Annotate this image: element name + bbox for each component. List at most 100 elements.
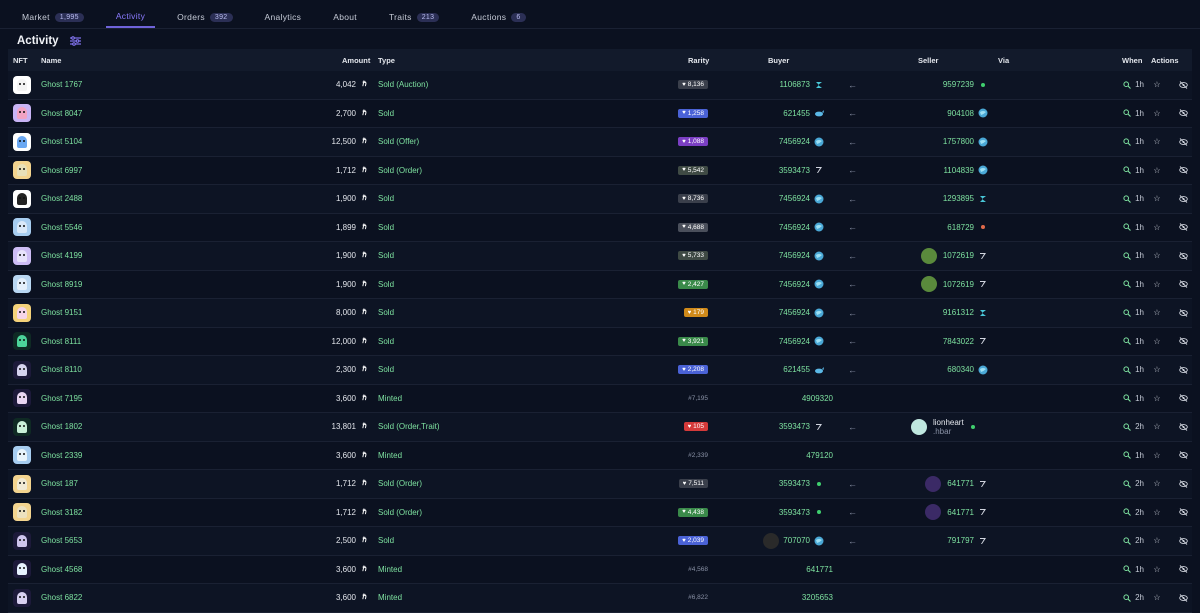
seller-account[interactable]: 1072619 xyxy=(943,251,974,260)
star-icon[interactable]: ☆ xyxy=(1152,450,1162,460)
nft-thumbnail[interactable] xyxy=(13,275,31,294)
hide-icon[interactable] xyxy=(1178,194,1188,204)
nft-name-link[interactable]: Ghost 8110 xyxy=(41,365,82,374)
nft-thumbnail[interactable] xyxy=(13,360,31,379)
tab-about[interactable]: About xyxy=(323,12,367,28)
star-icon[interactable]: ☆ xyxy=(1152,564,1162,574)
tab-traits[interactable]: Traits 213 xyxy=(379,12,449,28)
seller-account[interactable]: 791797 xyxy=(947,536,974,545)
star-icon[interactable]: ☆ xyxy=(1152,336,1162,346)
hide-icon[interactable] xyxy=(1178,165,1188,175)
hide-icon[interactable] xyxy=(1178,279,1188,289)
star-icon[interactable]: ☆ xyxy=(1152,222,1162,232)
nft-name-link[interactable]: Ghost 5653 xyxy=(41,536,82,545)
buyer-account[interactable]: 7456924 xyxy=(779,337,810,346)
star-icon[interactable]: ☆ xyxy=(1152,593,1162,603)
buyer-account[interactable]: 7456924 xyxy=(779,280,810,289)
hide-icon[interactable] xyxy=(1178,564,1188,574)
nft-thumbnail[interactable] xyxy=(13,132,31,151)
hide-icon[interactable] xyxy=(1178,137,1188,147)
seller-account[interactable]: 618729 xyxy=(947,223,974,232)
hide-icon[interactable] xyxy=(1178,108,1188,118)
nft-thumbnail[interactable] xyxy=(13,446,31,465)
nft-thumbnail[interactable] xyxy=(13,417,31,436)
seller-account[interactable]: 1757800 xyxy=(943,137,974,146)
nft-name-link[interactable]: Ghost 3182 xyxy=(41,508,82,517)
seller-account[interactable]: 641771 xyxy=(947,508,974,517)
tab-activity[interactable]: Activity xyxy=(105,11,156,28)
nft-name-link[interactable]: Ghost 6997 xyxy=(41,166,82,175)
hide-icon[interactable] xyxy=(1178,80,1188,90)
seller-account[interactable]: 1072619 xyxy=(943,280,974,289)
hide-icon[interactable] xyxy=(1178,393,1188,403)
search-icon[interactable] xyxy=(1122,222,1132,232)
seller-account[interactable]: 9597239 xyxy=(943,80,974,89)
hide-icon[interactable] xyxy=(1178,450,1188,460)
buyer-account[interactable]: 3593473 xyxy=(779,508,810,517)
search-icon[interactable] xyxy=(1122,450,1132,460)
nft-thumbnail[interactable] xyxy=(13,588,31,607)
buyer-account[interactable]: 7456924 xyxy=(779,308,810,317)
search-icon[interactable] xyxy=(1122,393,1132,403)
search-icon[interactable] xyxy=(1122,564,1132,574)
star-icon[interactable]: ☆ xyxy=(1152,108,1162,118)
star-icon[interactable]: ☆ xyxy=(1152,393,1162,403)
buyer-account[interactable]: 621455 xyxy=(783,109,810,118)
hide-icon[interactable] xyxy=(1178,536,1188,546)
nft-thumbnail[interactable] xyxy=(13,389,31,408)
buyer-account[interactable]: 3593473 xyxy=(779,479,810,488)
buyer-account[interactable]: 3593473 xyxy=(779,422,810,431)
search-icon[interactable] xyxy=(1122,80,1132,90)
seller-account[interactable]: lionheart xyxy=(933,418,964,427)
search-icon[interactable] xyxy=(1122,479,1132,489)
hide-icon[interactable] xyxy=(1178,479,1188,489)
search-icon[interactable] xyxy=(1122,308,1132,318)
nft-thumbnail[interactable] xyxy=(13,189,31,208)
seller-account[interactable]: 904108 xyxy=(947,109,974,118)
search-icon[interactable] xyxy=(1122,422,1132,432)
buyer-account[interactable]: 7456924 xyxy=(779,137,810,146)
nft-name-link[interactable]: Ghost 187 xyxy=(41,479,78,488)
star-icon[interactable]: ☆ xyxy=(1152,479,1162,489)
nft-name-link[interactable]: Ghost 5104 xyxy=(41,137,82,146)
search-icon[interactable] xyxy=(1122,279,1132,289)
buyer-account[interactable]: 7456924 xyxy=(779,223,810,232)
nft-thumbnail[interactable] xyxy=(13,503,31,522)
hide-icon[interactable] xyxy=(1178,593,1188,603)
nft-name-link[interactable]: Ghost 1802 xyxy=(41,422,82,431)
nft-thumbnail[interactable] xyxy=(13,560,31,579)
nft-name-link[interactable]: Ghost 9151 xyxy=(41,308,82,317)
star-icon[interactable]: ☆ xyxy=(1152,80,1162,90)
tab-auctions[interactable]: Auctions 6 xyxy=(461,12,535,28)
nft-thumbnail[interactable] xyxy=(13,474,31,493)
nft-thumbnail[interactable] xyxy=(13,531,31,550)
star-icon[interactable]: ☆ xyxy=(1152,308,1162,318)
star-icon[interactable]: ☆ xyxy=(1152,165,1162,175)
seller-account[interactable]: 7843022 xyxy=(943,337,974,346)
nft-name-link[interactable]: Ghost 2339 xyxy=(41,451,82,460)
star-icon[interactable]: ☆ xyxy=(1152,536,1162,546)
nft-name-link[interactable]: Ghost 4199 xyxy=(41,251,82,260)
nft-name-link[interactable]: Ghost 4568 xyxy=(41,565,82,574)
buyer-account[interactable]: 621455 xyxy=(783,365,810,374)
buyer-account[interactable]: 3205653 xyxy=(802,593,833,602)
nft-thumbnail[interactable] xyxy=(13,218,31,237)
buyer-account[interactable]: 7456924 xyxy=(779,194,810,203)
filter-settings-icon[interactable] xyxy=(70,35,82,47)
seller-account[interactable]: 9161312 xyxy=(943,308,974,317)
tab-market[interactable]: Market 1,995 xyxy=(12,12,94,28)
search-icon[interactable] xyxy=(1122,365,1132,375)
search-icon[interactable] xyxy=(1122,336,1132,346)
star-icon[interactable]: ☆ xyxy=(1152,365,1162,375)
hide-icon[interactable] xyxy=(1178,365,1188,375)
nft-name-link[interactable]: Ghost 7195 xyxy=(41,394,82,403)
nft-name-link[interactable]: Ghost 1767 xyxy=(41,80,82,89)
star-icon[interactable]: ☆ xyxy=(1152,251,1162,261)
search-icon[interactable] xyxy=(1122,593,1132,603)
seller-account[interactable]: 1104839 xyxy=(943,166,974,175)
search-icon[interactable] xyxy=(1122,137,1132,147)
buyer-account[interactable]: 3593473 xyxy=(779,166,810,175)
nft-thumbnail[interactable] xyxy=(13,104,31,123)
star-icon[interactable]: ☆ xyxy=(1152,507,1162,517)
buyer-account[interactable]: 707070 xyxy=(783,536,810,545)
